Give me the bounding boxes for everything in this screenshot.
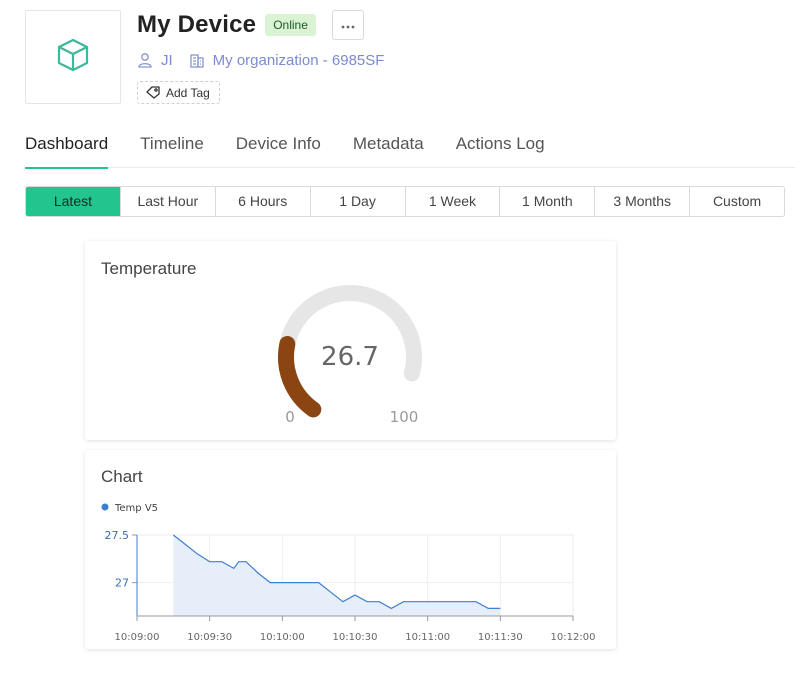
tag-icon	[146, 86, 161, 99]
tab-timeline[interactable]: Timeline	[140, 124, 204, 168]
more-options-button[interactable]	[331, 10, 364, 40]
gauge-fill	[278, 335, 322, 418]
device-meta: JI My organization - 6985SF	[137, 50, 384, 70]
tab-device-info[interactable]: Device Info	[236, 124, 321, 168]
add-tag-label: Add Tag	[166, 85, 210, 100]
range-3-months[interactable]: 3 Months	[594, 187, 690, 216]
y-tick-label: 27.5	[105, 529, 130, 542]
x-tick-label: 10:10:00	[260, 632, 305, 643]
legend-marker	[101, 503, 109, 511]
x-tick-label: 10:09:00	[115, 632, 160, 643]
gauge: 26.7 0 100	[278, 285, 422, 426]
gauge-value: 26.7	[321, 342, 379, 372]
x-tick-label: 10:10:30	[333, 632, 378, 643]
cube-icon	[55, 37, 91, 78]
user-icon	[137, 52, 153, 68]
device-header: My Device Online	[137, 10, 364, 40]
tab-dashboard[interactable]: Dashboard	[25, 124, 109, 169]
status-badge: Online	[265, 14, 316, 36]
time-range-selector: Latest Last Hour 6 Hours 1 Day 1 Week 1 …	[25, 186, 785, 217]
device-image	[25, 10, 121, 104]
x-tick-label: 10:09:30	[187, 632, 232, 643]
line-chart: Temp V5 10:09:00 10:09:30 10:10:00 10:10:30…	[101, 503, 596, 643]
building-icon	[189, 52, 205, 68]
y-tick-label: 27	[115, 577, 129, 590]
series-area	[173, 535, 501, 616]
chart-series	[172, 534, 501, 616]
range-last-hour[interactable]: Last Hour	[119, 187, 215, 216]
tab-metadata[interactable]: Metadata	[353, 124, 424, 168]
range-1-month[interactable]: 1 Month	[499, 187, 595, 216]
device-title: My Device	[137, 11, 257, 38]
owner-link[interactable]: JI	[161, 52, 173, 69]
legend-label: Temp V5	[114, 503, 158, 514]
add-tag-button[interactable]: Add Tag	[137, 81, 220, 104]
chart-widget: Chart Temp V5 10:09:00 10:09:30 10:10:00 10…	[85, 450, 616, 649]
temperature-gauge-widget: Temperature 26.7 0 100	[85, 241, 616, 440]
range-1-day[interactable]: 1 Day	[309, 187, 405, 216]
range-6-hours[interactable]: 6 Hours	[214, 187, 310, 216]
x-tick-label: 10:11:00	[405, 632, 450, 643]
x-tick-label: 10:12:00	[551, 632, 596, 643]
x-tick-label: 10:11:30	[478, 632, 523, 643]
gauge-min-label: 0	[285, 408, 295, 426]
more-dots-icon	[341, 16, 355, 34]
tab-actions-log[interactable]: Actions Log	[456, 124, 545, 168]
device-tabs: Dashboard Timeline Device Info Metadata …	[25, 124, 795, 169]
organization-link[interactable]: My organization - 6985SF	[213, 52, 385, 69]
range-1-week[interactable]: 1 Week	[404, 187, 500, 216]
range-custom[interactable]: Custom	[689, 187, 784, 216]
range-latest[interactable]: Latest	[26, 187, 120, 216]
gauge-max-label: 100	[390, 408, 419, 426]
